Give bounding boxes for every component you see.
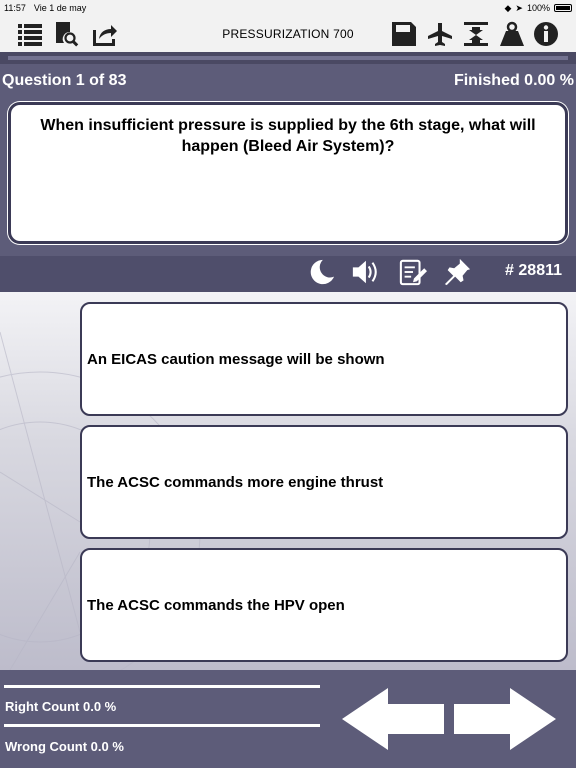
battery-icon bbox=[554, 4, 572, 12]
share-icon[interactable] bbox=[90, 20, 118, 48]
progress-track bbox=[0, 52, 576, 64]
next-arrow-icon[interactable] bbox=[454, 688, 556, 755]
tools-row bbox=[0, 256, 576, 292]
info-icon[interactable] bbox=[532, 20, 560, 48]
page-title: PRESSURIZATION 700 bbox=[222, 27, 354, 41]
info-row: Question 1 of 83 Finished 0.00 % bbox=[0, 72, 576, 96]
document-search-icon[interactable] bbox=[52, 20, 80, 48]
compress-icon[interactable] bbox=[462, 20, 490, 48]
answer-label: The ACSC commands the HPV open bbox=[87, 596, 345, 614]
battery-percent: 100% bbox=[526, 3, 550, 13]
right-count-bar bbox=[4, 685, 320, 688]
wrong-count-bar bbox=[4, 724, 320, 727]
save-icon[interactable] bbox=[390, 20, 418, 48]
status-date: Vie 1 de may bbox=[33, 3, 87, 13]
list-icon[interactable] bbox=[16, 20, 44, 48]
answer-label: The ACSC commands more engine thrust bbox=[87, 473, 384, 491]
finished-percent: Finished 0.00 % bbox=[453, 72, 574, 89]
location-icon: ➤ bbox=[515, 2, 523, 13]
previous-arrow-icon[interactable] bbox=[342, 688, 444, 755]
wrong-count: Wrong Count 0.0 % bbox=[5, 739, 124, 754]
status-time: 11:57 bbox=[4, 3, 26, 13]
note-edit-icon[interactable] bbox=[398, 258, 428, 286]
answer-option-3[interactable]: The ACSC commands the HPV open bbox=[80, 548, 568, 662]
airplane-icon[interactable] bbox=[426, 20, 454, 48]
answer-label: An EICAS caution message will be shown bbox=[87, 350, 385, 368]
status-right: ◆ ➤ 100% bbox=[504, 2, 572, 14]
right-count: Right Count 0.0 % bbox=[5, 699, 117, 714]
question-text: When insufficient pressure is supplied b… bbox=[8, 102, 568, 244]
wifi-icon: ◆ bbox=[504, 2, 512, 13]
toolbar: PRESSURIZATION 700 bbox=[0, 16, 576, 52]
weight-icon[interactable] bbox=[498, 20, 526, 48]
status-bar: 11:57 Vie 1 de may ◆ ➤ 100% bbox=[0, 0, 576, 16]
answer-option-2[interactable]: The ACSC commands more engine thrust bbox=[80, 425, 568, 539]
answer-option-1[interactable]: An EICAS caution message will be shown bbox=[80, 302, 568, 416]
night-mode-moon-icon[interactable] bbox=[306, 258, 336, 286]
pin-icon[interactable] bbox=[442, 258, 472, 286]
answers-area: An EICAS caution message will be shown T… bbox=[0, 292, 576, 670]
question-id: # 28811 bbox=[505, 262, 562, 279]
speaker-icon[interactable] bbox=[350, 258, 380, 286]
question-counter: Question 1 of 83 bbox=[2, 72, 127, 89]
